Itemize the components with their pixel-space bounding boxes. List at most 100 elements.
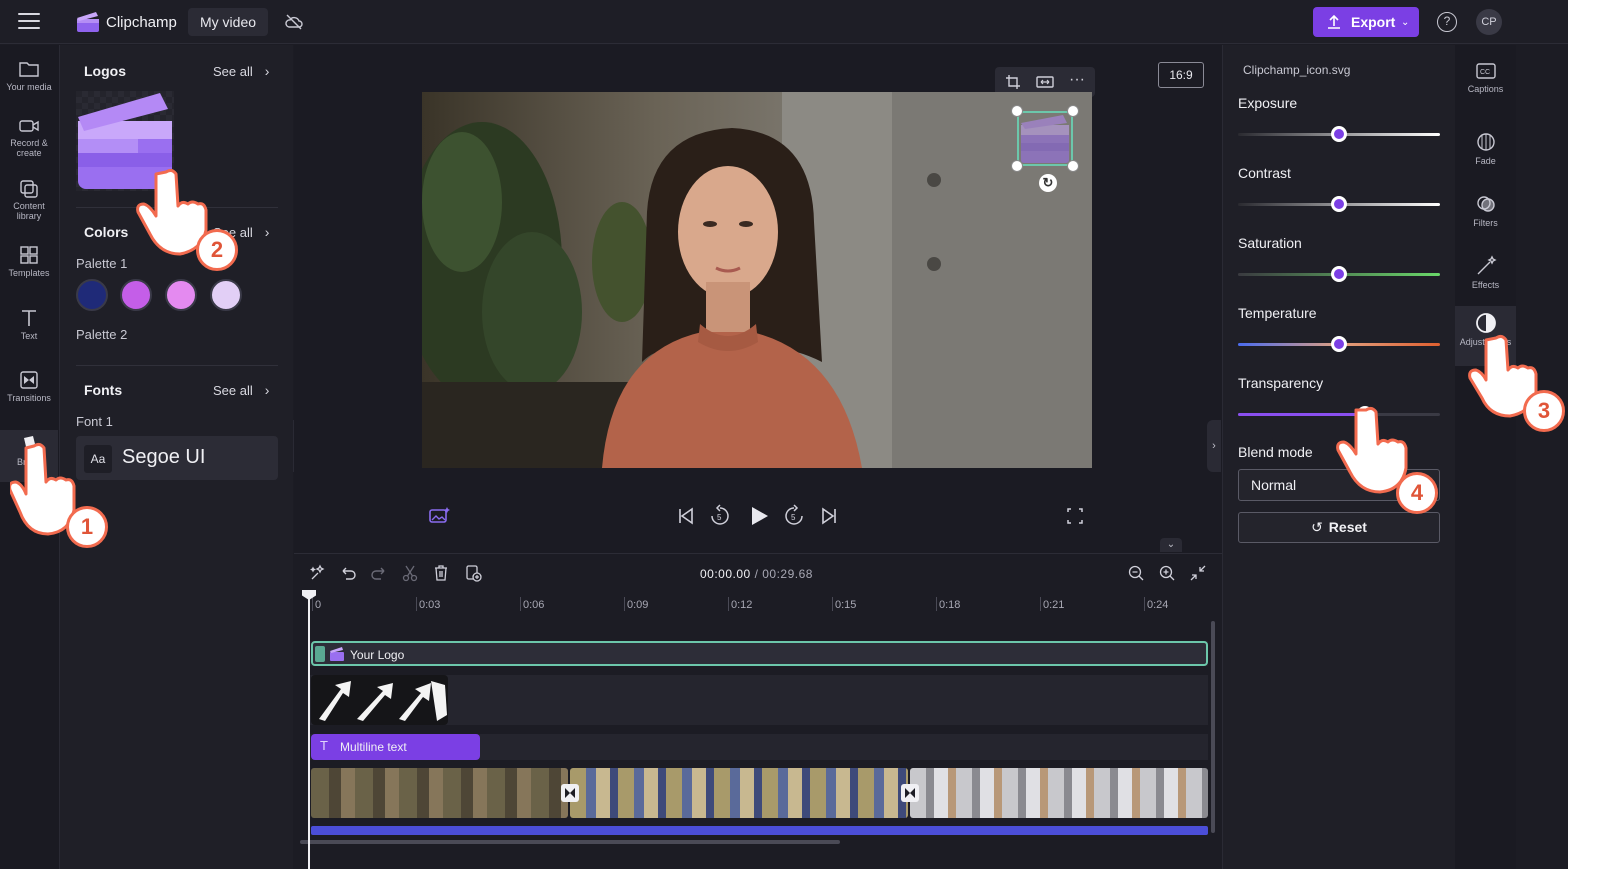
- collapse-right-panel-button[interactable]: ›: [1207, 420, 1221, 472]
- text-clip[interactable]: T Multiline text: [311, 734, 480, 760]
- transition-glyph-icon: [565, 788, 575, 798]
- rotate-handle-icon[interactable]: ↻: [1039, 174, 1057, 192]
- split-icon[interactable]: [401, 564, 419, 582]
- collapse-timeline-icon[interactable]: ⌄: [1160, 538, 1182, 552]
- fit-timeline-icon[interactable]: [1189, 564, 1207, 582]
- palette-1-label: Palette 1: [76, 256, 128, 271]
- sidebar-item-filters[interactable]: Filters: [1455, 193, 1516, 228]
- contrast-slider-thumb[interactable]: [1331, 196, 1347, 212]
- font-1-label: Font 1: [76, 414, 113, 429]
- captions-icon: CC: [1475, 63, 1496, 79]
- sidebar-item-text[interactable]: Text: [0, 308, 58, 341]
- sidebar-item-fade[interactable]: Fade: [1455, 131, 1516, 166]
- ruler-tick-mark: [416, 597, 417, 611]
- sidebar-item-templates[interactable]: Templates: [0, 245, 58, 278]
- menu-icon[interactable]: [18, 13, 40, 31]
- sidebar-item-captions[interactable]: CC Captions: [1455, 61, 1516, 94]
- sidebar-item-label: Text: [20, 331, 38, 341]
- timecode: 00:00.00 / 00:29.68: [700, 567, 813, 581]
- ruler-tick-label: 0:12: [731, 599, 753, 611]
- timeline-horizontal-scrollbar[interactable]: [300, 840, 840, 844]
- clipchamp-logo-icon: [330, 647, 344, 661]
- play-icon[interactable]: [748, 503, 770, 529]
- forward-5-icon[interactable]: 5: [783, 503, 805, 529]
- video-title-field[interactable]: My video: [188, 8, 269, 36]
- aspect-ratio-button[interactable]: 16:9: [1158, 62, 1204, 88]
- ruler-tick-mark: [936, 597, 937, 611]
- resize-handle[interactable]: [1011, 105, 1023, 117]
- resize-handle[interactable]: [1011, 160, 1023, 172]
- sidebar-item-your-media[interactable]: Your media: [0, 59, 58, 92]
- ruler-tick-label: 0:21: [1043, 599, 1065, 611]
- color-swatch[interactable]: [120, 279, 152, 311]
- sidebar-item-transitions[interactable]: Transitions: [0, 370, 58, 403]
- magic-edit-icon[interactable]: [428, 503, 452, 529]
- step-callout: 4: [1396, 472, 1438, 514]
- logo-overlay-selection[interactable]: [1017, 111, 1073, 166]
- fonts-see-all-link[interactable]: See all ›: [213, 382, 269, 398]
- zoom-in-icon[interactable]: [1158, 564, 1176, 582]
- text-icon: [22, 310, 36, 326]
- more-options-icon[interactable]: ···: [1069, 71, 1085, 89]
- magic-wand-icon[interactable]: [308, 564, 326, 582]
- colors-heading: Colors: [84, 224, 129, 240]
- saturation-slider-thumb[interactable]: [1331, 266, 1347, 282]
- transparency-label: Transparency: [1238, 375, 1324, 391]
- color-swatch[interactable]: [76, 279, 108, 311]
- ruler-tick-mark: [1040, 597, 1041, 611]
- arrow-sticker-thumbnail: [319, 681, 447, 721]
- video-canvas[interactable]: ↻: [422, 92, 1092, 468]
- svg-text:CC: CC: [1480, 69, 1490, 76]
- filters-icon: [1476, 196, 1495, 212]
- export-button[interactable]: Export ⌄: [1313, 7, 1419, 37]
- temperature-slider-thumb[interactable]: [1331, 336, 1347, 352]
- chevron-right-icon: ›: [264, 224, 270, 240]
- clip-trim-handle[interactable]: [315, 646, 325, 662]
- color-swatch[interactable]: [165, 279, 197, 311]
- resize-handle[interactable]: [1067, 105, 1079, 117]
- zoom-out-icon[interactable]: [1127, 564, 1145, 582]
- fullscreen-icon[interactable]: [1066, 503, 1084, 529]
- time-ruler[interactable]: [310, 594, 1210, 616]
- sidebar-item-content-library[interactable]: Content library: [0, 178, 58, 221]
- sidebar-item-effects[interactable]: Effects: [1455, 255, 1516, 290]
- avatar[interactable]: CP: [1476, 9, 1502, 35]
- video-clip-3[interactable]: [910, 768, 1208, 818]
- camera-icon: [19, 120, 39, 132]
- step-callout: 1: [66, 506, 108, 548]
- skip-forward-icon[interactable]: [819, 503, 839, 529]
- audio-clip[interactable]: [311, 826, 1208, 835]
- ruler-tick-label: 0:06: [523, 599, 545, 611]
- video-clip-1[interactable]: [311, 768, 568, 818]
- color-swatch[interactable]: [210, 279, 242, 311]
- timeline-vertical-scrollbar[interactable]: [1211, 621, 1215, 833]
- total-duration: / 00:29.68: [754, 567, 813, 581]
- exposure-slider-thumb[interactable]: [1331, 126, 1347, 142]
- crop-icon[interactable]: [1005, 74, 1021, 90]
- see-all-label: See all: [213, 64, 253, 79]
- rewind-5-icon[interactable]: 5: [709, 503, 731, 529]
- sidebar-item-label: Content library: [13, 201, 45, 221]
- reset-label: Reset: [1328, 519, 1367, 535]
- logo-clip-label: Your Logo: [350, 648, 405, 662]
- transition-icon[interactable]: [561, 784, 579, 802]
- redo-icon[interactable]: [370, 564, 388, 582]
- delete-icon[interactable]: [432, 564, 450, 582]
- add-to-timeline-icon[interactable]: [464, 564, 482, 582]
- sidebar-item-record-create[interactable]: Record & create: [0, 117, 58, 158]
- font-item[interactable]: Aa Segoe UI: [76, 436, 278, 480]
- reset-button[interactable]: ↺ Reset: [1238, 512, 1440, 543]
- cloud-off-icon[interactable]: [284, 12, 304, 32]
- help-icon[interactable]: ?: [1437, 12, 1457, 32]
- logos-see-all-link[interactable]: See all ›: [213, 63, 269, 79]
- arrow-sticker-clip[interactable]: [311, 675, 448, 725]
- video-clip-2[interactable]: [570, 768, 908, 818]
- undo-icon[interactable]: [339, 564, 357, 582]
- resize-handle[interactable]: [1067, 160, 1079, 172]
- logo-clip[interactable]: Your Logo: [311, 641, 1208, 666]
- skip-back-icon[interactable]: [676, 503, 696, 529]
- transition-icon[interactable]: [901, 784, 919, 802]
- fit-icon[interactable]: [1036, 74, 1054, 90]
- font-name: Segoe UI: [122, 446, 206, 468]
- playhead[interactable]: [308, 592, 310, 869]
